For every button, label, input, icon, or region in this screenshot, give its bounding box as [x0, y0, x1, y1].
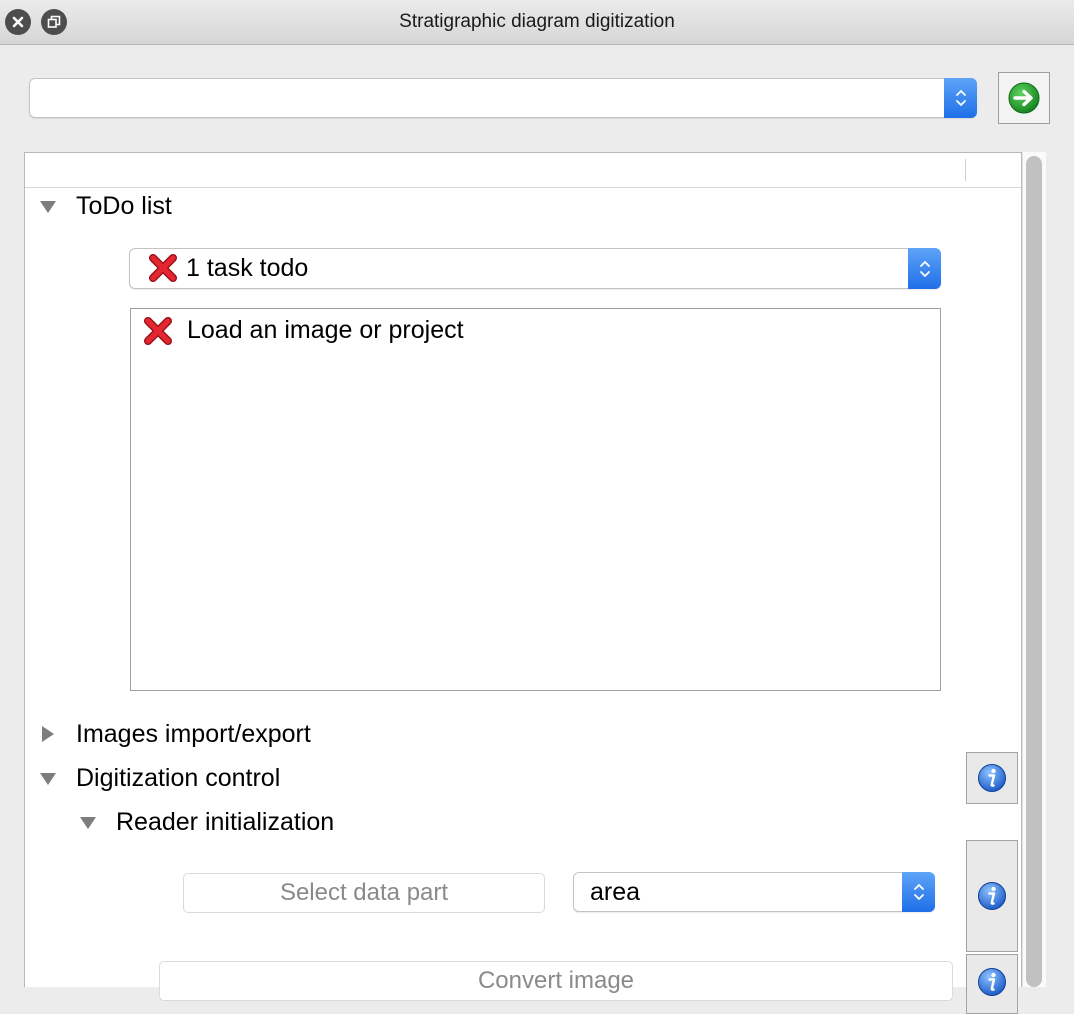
project-combo[interactable]: [29, 78, 977, 118]
panel-header: [25, 153, 1021, 188]
red-x-icon: [149, 254, 177, 282]
header-divider: [965, 159, 966, 181]
combo-stepper-icon[interactable]: [944, 78, 977, 118]
data-part-combo[interactable]: area: [573, 872, 935, 912]
data-part-stepper-icon[interactable]: [902, 872, 935, 912]
todo-section-label[interactable]: ToDo list: [76, 192, 172, 221]
todo-task-list[interactable]: Load an image or project: [130, 308, 941, 691]
reader-section-label[interactable]: Reader initialization: [116, 808, 334, 837]
list-item[interactable]: Load an image or project: [141, 314, 921, 350]
arrow-right-icon: [1008, 82, 1040, 114]
title-bar: Stratigraphic diagram digitization: [0, 0, 1074, 45]
task-label: Load an image or project: [187, 316, 464, 344]
window-title: Stratigraphic diagram digitization: [399, 11, 675, 32]
scrollbar-thumb[interactable]: [1026, 156, 1042, 987]
images-section-label[interactable]: Images import/export: [76, 720, 311, 749]
digitization-section-label[interactable]: Digitization control: [76, 764, 280, 793]
expand-todo-icon[interactable]: [40, 201, 56, 213]
info-icon: [978, 764, 1006, 792]
todo-summary-combo[interactable]: 1 task todo: [129, 248, 941, 289]
go-button[interactable]: [998, 72, 1050, 124]
convert-info-button[interactable]: [966, 954, 1018, 1014]
data-part-value: area: [590, 878, 641, 906]
info-icon: [978, 882, 1006, 910]
expand-images-icon[interactable]: [42, 726, 54, 742]
select-data-part-button[interactable]: Select data part: [183, 873, 545, 913]
convert-image-button[interactable]: Convert image: [159, 961, 953, 1001]
digitization-info-button[interactable]: [966, 752, 1018, 804]
info-icon: [978, 968, 1006, 996]
todo-summary-text: 1 task todo: [186, 254, 309, 282]
reader-info-button[interactable]: [966, 840, 1018, 952]
todo-combo-stepper-icon[interactable]: [908, 248, 941, 289]
expand-reader-icon[interactable]: [80, 817, 96, 829]
red-x-icon: [144, 317, 172, 345]
expand-digitization-icon[interactable]: [40, 773, 56, 785]
